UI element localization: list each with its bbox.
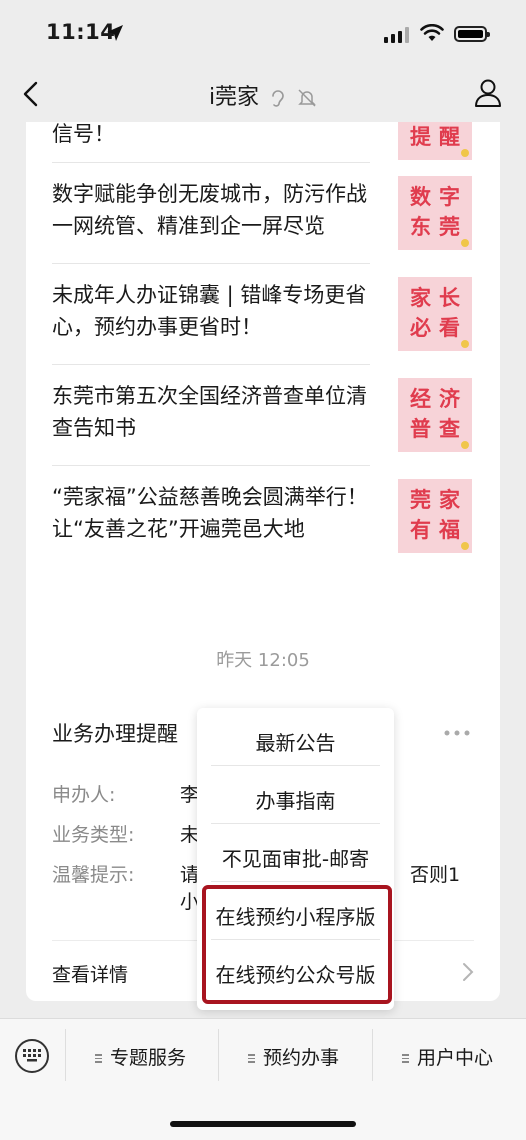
view-details-link[interactable]: 查看详情 (52, 960, 128, 987)
article-title: “莞家福”公益慈善晚会圆满举行！让“友善之花”开遍莞邑大地 (52, 485, 368, 541)
mute-bell-icon (298, 89, 316, 107)
article-thumbnail: 重要 提醒 (398, 122, 472, 160)
menu-lines-icon (402, 1052, 409, 1065)
article-thumbnail: 莞家 有福 (398, 479, 472, 553)
article-card: 预警升级！东莞发布台风橙色预警信号！ 重要 提醒 数字赋能争创无废城市，防污作战… (26, 122, 500, 732)
menu-label: 专题服务 (110, 1047, 187, 1069)
article-title: 预警升级！东莞发布台风橙色预警信号！ (52, 122, 115, 146)
wifi-icon (420, 24, 444, 41)
article-title: 数字赋能争创无废城市，防污作战一网统管、精准到企一屏尽览 (52, 182, 367, 238)
status-time: 11:14 (46, 20, 116, 44)
divider (218, 1029, 219, 1081)
card-title: 业务办理提醒 (52, 722, 178, 746)
message-timestamp: 昨天 12:05 (216, 650, 310, 671)
menu-lines-icon (248, 1052, 255, 1065)
keyboard-icon (23, 1049, 41, 1062)
menu-item-remote-approval-mail[interactable]: 不见面审批-邮寄 (197, 843, 394, 872)
divider (211, 881, 380, 882)
menu-label: 用户中心 (417, 1047, 494, 1069)
more-icon[interactable] (444, 730, 470, 736)
location-arrow-icon (107, 25, 123, 41)
menu-appointment[interactable]: 预约办事 (248, 1043, 339, 1070)
divider (52, 162, 370, 163)
home-indicator[interactable] (170, 1121, 356, 1127)
sparkle-icon (461, 542, 469, 550)
field-value-tip-tail: 否则1 (410, 864, 461, 886)
article-title: 东莞市第五次全国经济普查单位清查告知书 (52, 384, 367, 440)
divider (372, 1029, 373, 1081)
divider (52, 263, 370, 264)
divider (211, 823, 380, 824)
signal-icon (384, 27, 409, 43)
field-label-business-type: 业务类型: (52, 824, 135, 846)
divider (52, 465, 370, 466)
nav-bar: i莞家 (0, 66, 526, 122)
sparkle-icon (461, 239, 469, 247)
article-thumbnail: 数字 东莞 (398, 176, 472, 250)
nav-title: i莞家 (208, 85, 260, 110)
article-thumbnail: 经济 普查 (398, 378, 472, 452)
divider (52, 364, 370, 365)
keyboard-toggle-button[interactable] (15, 1039, 49, 1073)
sparkle-icon (461, 149, 469, 157)
article-thumbnail: 家长 必看 (398, 277, 472, 351)
thumb-text: 莞家 有福 (410, 488, 468, 542)
battery-icon (454, 26, 490, 42)
field-label-applicant: 申办人: (52, 784, 116, 806)
menu-item-latest-notice[interactable]: 最新公告 (197, 727, 394, 756)
menu-lines-icon (95, 1052, 102, 1065)
nav-title-group: i莞家 (0, 79, 526, 111)
divider (65, 1029, 66, 1081)
sparkle-icon (461, 340, 469, 348)
thumb-text: 家长 必看 (410, 286, 468, 340)
menu-item-service-guide[interactable]: 办事指南 (197, 785, 394, 814)
menu-topic-services[interactable]: 专题服务 (95, 1043, 186, 1070)
status-bar: 11:14 (0, 0, 526, 66)
divider (211, 765, 380, 766)
profile-icon[interactable] (474, 78, 502, 108)
chevron-right-icon (463, 963, 474, 981)
thumb-text: 经济 普查 (410, 387, 468, 441)
article-title: 未成年人办证锦囊 | 错峰专场更省心，预约办事更省时！ (52, 283, 367, 339)
menu-label: 预约办事 (263, 1047, 340, 1069)
menu-user-center[interactable]: 用户中心 (402, 1043, 493, 1070)
ear-icon (272, 90, 284, 107)
highlight-annotation (202, 885, 392, 1004)
thumb-text: 重要 提醒 (410, 125, 468, 149)
field-label-tip: 温馨提示: (52, 864, 135, 886)
thumb-text: 数字 东莞 (410, 185, 468, 239)
sparkle-icon (461, 441, 469, 449)
